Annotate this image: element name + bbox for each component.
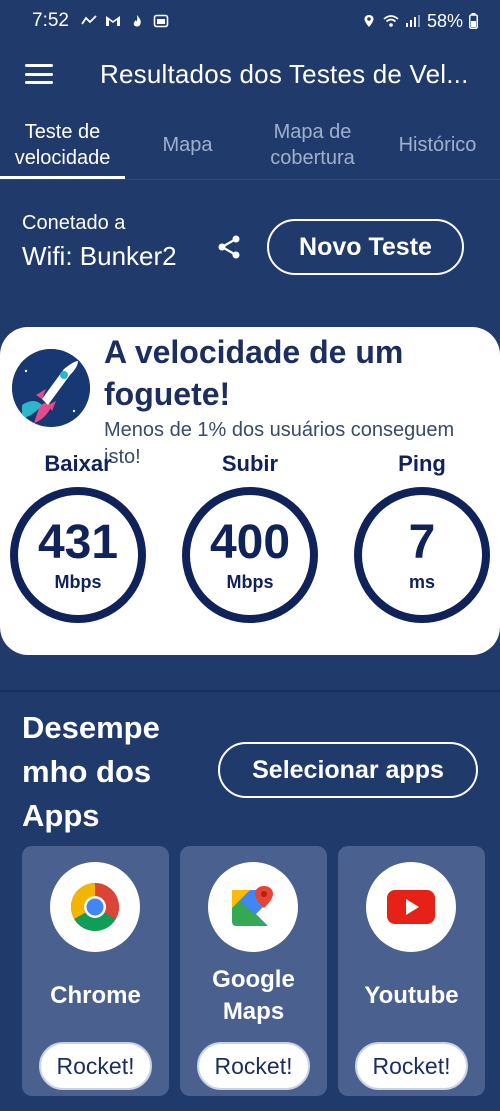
tab-history[interactable]: Histórico <box>375 110 500 179</box>
tab-map[interactable]: Mapa <box>125 110 250 179</box>
apps-section-title: Desempe mho dos Apps <box>22 710 160 833</box>
battery-icon <box>469 13 478 29</box>
tab-label: Mapa de cobertura <box>270 120 355 169</box>
upload-value: 400 <box>209 515 291 569</box>
app-rating-badge: Rocket! <box>355 1042 468 1090</box>
select-apps-button[interactable]: Selecionar apps <box>218 742 478 798</box>
chrome-icon <box>70 883 120 932</box>
download-unit: Mbps <box>54 571 102 592</box>
app-rating-badge: Rocket! <box>39 1042 152 1090</box>
download-gauge: 431 Mbps <box>10 487 146 623</box>
status-bar: 7:52 58% <box>0 0 500 42</box>
youtube-icon <box>387 890 435 924</box>
app-icon-circle <box>366 862 456 952</box>
tab-label: Mapa <box>162 133 213 156</box>
tab-coverage-map[interactable]: Mapa de cobertura <box>250 110 375 179</box>
hamburger-icon <box>25 64 53 84</box>
connected-label: Conetado a <box>22 212 126 234</box>
ping-gauge: 7 ms <box>354 487 490 623</box>
rocket-icon <box>12 349 90 427</box>
calendar-icon <box>153 14 169 28</box>
app-icon-circle <box>50 862 140 952</box>
tab-speed-test[interactable]: Teste de velocidade <box>0 110 125 179</box>
ping-value: 7 <box>408 515 436 569</box>
download-label: Baixar <box>44 451 112 476</box>
status-right: 58% <box>361 11 478 32</box>
connection-info: Conetado a Wifi: Bunker2 <box>22 212 177 272</box>
menu-button[interactable] <box>0 42 78 106</box>
app-name-google-maps: Google Maps <box>212 966 295 1025</box>
app-card-chrome[interactable]: Chrome Rocket! <box>22 846 169 1096</box>
app-name-chrome: Chrome <box>50 982 141 1009</box>
location-icon <box>364 15 374 27</box>
upload-gauge: 400 Mbps <box>182 487 318 623</box>
result-headline: A velocidade de um foguete! <box>104 334 404 412</box>
app-card-youtube[interactable]: Youtube Rocket! <box>338 846 485 1096</box>
result-card: A velocidade de um foguete! Menos de 1% … <box>0 327 500 655</box>
app-bar: Resultados dos Testes de Vel... <box>0 42 500 106</box>
notification-icons <box>81 14 169 28</box>
section-divider <box>0 690 500 692</box>
page-title: Resultados dos Testes de Vel... <box>100 58 469 89</box>
wifi-icon <box>383 15 399 27</box>
flame-icon <box>133 15 141 27</box>
share-icon[interactable] <box>216 234 242 260</box>
upload-label: Subir <box>221 451 279 476</box>
app-card-google-maps[interactable]: Google Maps Rocket! <box>180 846 327 1096</box>
battery-percent: 58% <box>426 10 463 31</box>
google-maps-icon <box>232 886 273 926</box>
app-name-youtube: Youtube <box>364 982 459 1009</box>
app-icon-circle <box>208 862 298 952</box>
ping-label: Ping <box>398 451 446 476</box>
signal-icon <box>405 15 420 27</box>
app-rating-badge: Rocket! <box>197 1042 310 1090</box>
tab-label: Histórico <box>398 133 477 156</box>
upload-unit: Mbps <box>226 571 274 592</box>
network-name: Wifi: Bunker2 <box>22 241 177 271</box>
new-test-button[interactable]: Novo Teste <box>267 219 464 275</box>
status-time: 7:52 <box>32 10 69 31</box>
speed-test-results-screen: 7:52 58% Resultados dos Testes de Vel...… <box>0 0 500 1111</box>
gmail-icon <box>105 16 120 26</box>
tab-bar: Teste de velocidade Mapa Mapa de cobertu… <box>0 110 500 180</box>
ping-unit: ms <box>408 571 435 592</box>
notification-generic-icon <box>81 15 97 25</box>
tab-label: Teste de velocidade <box>14 120 111 169</box>
download-value: 431 <box>37 515 119 569</box>
